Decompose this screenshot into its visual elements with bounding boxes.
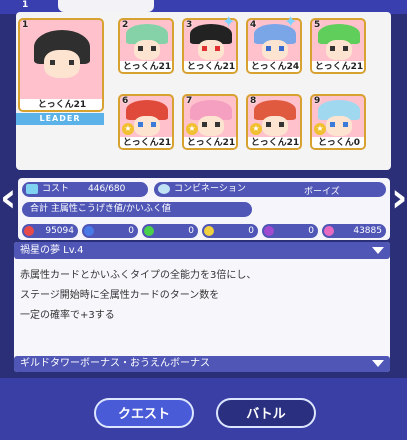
green-puyo-icon	[144, 226, 154, 236]
card-label: とっくん21	[20, 99, 102, 110]
character-eyes	[138, 46, 156, 51]
green-value-chip: 0	[142, 224, 198, 238]
character-eyes	[266, 122, 284, 127]
total-attack-label: 合計 主属性こうげき値/かいふく値	[22, 202, 252, 217]
dropdown-triangle-icon	[372, 247, 384, 254]
purple-puyo-icon	[264, 226, 274, 236]
sparkle-icon: ✦	[222, 12, 236, 31]
card-slot-5[interactable]: 5 とっくん21	[310, 18, 366, 74]
yellow-value-chip: 0	[202, 224, 258, 238]
slot-number: 1	[22, 20, 29, 30]
purple-value-chip: 0	[262, 224, 318, 238]
character-eyes	[138, 122, 156, 127]
slot-number: 1	[22, 0, 29, 10]
bonus-header[interactable]: ギルドタワーボーナス・おうえんボーナス	[14, 356, 390, 372]
skill-description: 赤属性カードとかいふくタイプの全能力を3倍にし、 ステージ開始時に全属性カードの…	[20, 266, 380, 326]
card-label: とっくん24	[248, 61, 300, 72]
stats-panel: コスト 446/680 コンビネーション ボーイズ 合計 主属性こうげき値/かい…	[18, 178, 390, 240]
character-eyes	[266, 46, 284, 51]
skill-line: ステージ開始時に全属性カードのターン数を	[20, 290, 220, 301]
character-eyes	[330, 46, 348, 51]
heart-icon	[324, 226, 334, 236]
chevron-left-icon[interactable]: ‹	[0, 178, 16, 218]
card-label: とっくん0	[312, 137, 364, 148]
card-label: とっくん21	[184, 61, 236, 72]
battle-button[interactable]: バトル	[216, 398, 316, 428]
star-icon: ★	[314, 123, 326, 135]
cost-label: コスト	[42, 184, 70, 194]
sparkle-icon: ✦	[284, 12, 298, 31]
team-name-tab[interactable]	[58, 0, 154, 12]
skill-title: 禍星の夢 Lv.4	[20, 245, 84, 256]
red-puyo-icon	[24, 226, 34, 236]
card-label: とっくん21	[312, 61, 364, 72]
bottom-bar	[0, 378, 407, 440]
heal-value-chip: 43885	[322, 224, 386, 238]
card-label: とっくん21	[248, 137, 300, 148]
card-slot-9[interactable]: 9 ★ とっくん0	[310, 94, 366, 150]
chevron-right-icon[interactable]: ›	[391, 178, 407, 218]
card-slot-8[interactable]: 8 ★ とっくん21	[246, 94, 302, 150]
card-label: とっくん21	[120, 137, 172, 148]
cost-value: 446/680	[88, 184, 126, 194]
leader-skill-panel: 禍星の夢 Lv.4 赤属性カードとかいふくタイプの全能力を3倍にし、 ステージ開…	[14, 242, 390, 372]
cost-label-row: コスト	[22, 182, 148, 197]
star-icon: ★	[186, 123, 198, 135]
combination-row[interactable]: コンビネーション	[154, 182, 386, 197]
combination-icon	[158, 184, 170, 194]
yellow-puyo-icon	[204, 226, 214, 236]
combination-label: コンビネーション	[174, 184, 246, 194]
card-slot-6[interactable]: 6 ★ とっくん21	[118, 94, 174, 150]
red-value-chip: 95094	[22, 224, 78, 238]
card-slot-2[interactable]: 2 とっくん21	[118, 18, 174, 74]
bonus-title: ギルドタワーボーナス・おうえんボーナス	[20, 358, 210, 369]
card-label: とっくん21	[184, 137, 236, 148]
card-slot-1[interactable]: 1 とっくん21	[18, 18, 104, 112]
combination-value: ボーイズ	[304, 187, 340, 197]
blue-value-chip: 0	[82, 224, 138, 238]
dropdown-triangle-icon	[372, 360, 384, 367]
star-icon: ★	[250, 123, 262, 135]
skill-line: 赤属性カードとかいふくタイプの全能力を3倍にし、	[20, 270, 257, 281]
color-values-row: 95094 0 0 0 0 43885	[18, 224, 390, 238]
character-eyes	[50, 60, 74, 65]
quest-button[interactable]: クエスト	[94, 398, 194, 428]
character-eyes	[202, 122, 220, 127]
character-eyes	[202, 46, 220, 51]
skill-line: 一定の確率で+3する	[20, 310, 115, 321]
character-eyes	[330, 122, 348, 127]
star-icon: ★	[122, 123, 134, 135]
card-slot-7[interactable]: 7 ★ とっくん21	[182, 94, 238, 150]
card-label: とっくん21	[120, 61, 172, 72]
skill-header[interactable]: 禍星の夢 Lv.4	[14, 242, 390, 259]
blue-puyo-icon	[84, 226, 94, 236]
leader-badge: LEADER	[16, 113, 104, 125]
cost-icon	[26, 184, 38, 194]
